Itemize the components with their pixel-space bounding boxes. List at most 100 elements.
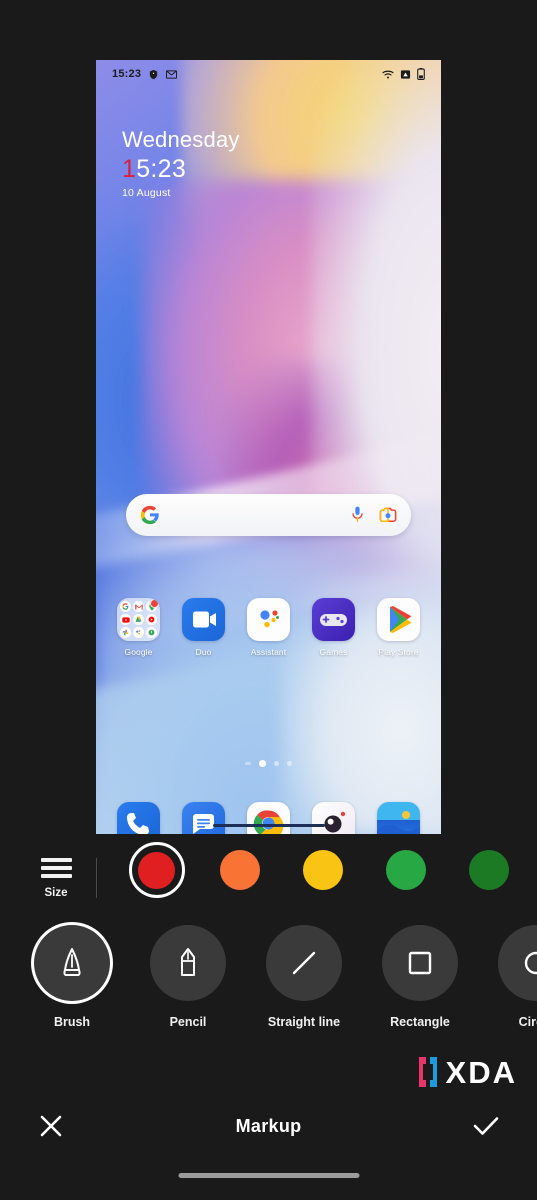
page-dot-active[interactable] bbox=[259, 760, 266, 767]
google-g-icon bbox=[140, 505, 159, 525]
folder-app-youtube bbox=[120, 614, 131, 625]
tool-straight-line-circle[interactable] bbox=[266, 925, 342, 1001]
folder-app-search bbox=[120, 601, 131, 612]
size-label: Size bbox=[44, 886, 68, 899]
battery-icon bbox=[417, 68, 425, 80]
clock-widget[interactable]: Wednesday 15:23 10 August bbox=[122, 127, 240, 200]
color-swatch-green[interactable] bbox=[378, 842, 434, 898]
google-lens-icon[interactable] bbox=[379, 507, 397, 523]
tool-rectangle-circle[interactable] bbox=[382, 925, 458, 1001]
xda-watermark: XDA bbox=[417, 1055, 517, 1089]
color-dot bbox=[138, 851, 176, 889]
color-dot bbox=[302, 850, 343, 890]
clock-day-label: Wednesday bbox=[122, 127, 240, 152]
pencil-icon bbox=[181, 948, 195, 976]
dock-item-camera[interactable] bbox=[306, 802, 362, 834]
bottom-action-bar: Markup bbox=[0, 1095, 537, 1157]
preview-gesture-pill bbox=[212, 823, 325, 827]
google-play-store-icon[interactable] bbox=[377, 598, 420, 641]
color-swatch-dark-green[interactable] bbox=[461, 842, 517, 898]
google-duo-icon[interactable] bbox=[182, 598, 225, 641]
tool-circle[interactable]: Circle bbox=[478, 925, 537, 1029]
google-search-bar[interactable] bbox=[126, 494, 411, 536]
app-label: Duo bbox=[195, 647, 212, 657]
xda-logo-text: XDA bbox=[445, 1054, 517, 1090]
cancel-button[interactable] bbox=[34, 1109, 68, 1143]
tool-rectangle[interactable]: Rectangle bbox=[362, 925, 478, 1029]
folder-app-drive bbox=[133, 614, 144, 625]
folder-app-gmail bbox=[133, 601, 144, 612]
dock-item-chrome[interactable] bbox=[241, 802, 297, 834]
color-swatch-orange[interactable] bbox=[212, 842, 268, 898]
tool-pencil[interactable]: Pencil bbox=[130, 925, 246, 1029]
circle-icon bbox=[524, 951, 537, 975]
phone-icon[interactable] bbox=[117, 802, 160, 834]
color-dot bbox=[469, 850, 510, 890]
clock-date-label: 10 August bbox=[122, 187, 171, 200]
tool-circle-circle[interactable] bbox=[498, 925, 537, 1001]
page-dot[interactable] bbox=[274, 761, 279, 766]
app-label: Assistant bbox=[250, 647, 287, 657]
app-item-games[interactable]: Games bbox=[306, 598, 362, 657]
color-toolbar: Size bbox=[0, 836, 537, 920]
clock-time-accent-digit: 1 bbox=[122, 154, 137, 183]
status-bar-left: 15:23 bbox=[112, 68, 178, 80]
rectangle-icon bbox=[408, 951, 432, 975]
status-bar: 15:23 bbox=[96, 60, 441, 88]
mail-icon bbox=[166, 69, 178, 79]
app-item-play-store[interactable]: Play Store bbox=[371, 598, 427, 657]
app-item-assistant[interactable]: Assistant bbox=[241, 598, 297, 657]
tool-pencil-circle[interactable] bbox=[150, 925, 226, 1001]
brush-icon bbox=[63, 948, 81, 976]
notification-badge bbox=[150, 599, 159, 608]
clock-time-rest: 5:23 bbox=[136, 154, 187, 183]
page-dot[interactable] bbox=[287, 761, 292, 766]
google-play-games-icon[interactable] bbox=[312, 598, 355, 641]
color-swatch-yellow[interactable] bbox=[295, 842, 351, 898]
status-bar-right bbox=[382, 68, 425, 80]
system-gesture-pill[interactable] bbox=[178, 1173, 359, 1178]
color-swatch-red[interactable] bbox=[128, 842, 185, 898]
chrome-icon[interactable] bbox=[247, 802, 290, 834]
tool-label: Straight line bbox=[267, 1015, 341, 1029]
dock-item-gallery[interactable] bbox=[371, 802, 427, 834]
folder-app-assistant bbox=[133, 627, 144, 638]
size-button[interactable]: Size bbox=[24, 857, 88, 899]
confirm-button[interactable] bbox=[469, 1109, 503, 1143]
check-icon bbox=[473, 1117, 499, 1135]
cellular-signal-icon bbox=[400, 69, 411, 79]
dock-item-messages[interactable] bbox=[176, 802, 232, 834]
messages-icon[interactable] bbox=[182, 802, 225, 834]
tool-label: Brush bbox=[53, 1015, 91, 1029]
folder-app-photos bbox=[120, 627, 131, 638]
folder-app-podcasts bbox=[146, 627, 157, 638]
app-item-google-folder[interactable]: Google bbox=[111, 598, 167, 657]
gallery-icon[interactable] bbox=[377, 802, 420, 834]
dock bbox=[96, 802, 441, 834]
camera-icon[interactable] bbox=[312, 802, 355, 834]
wifi-icon bbox=[382, 70, 394, 78]
screenshot-preview[interactable]: 15:23 Wednesday 15:23 10 August Google D… bbox=[96, 60, 441, 834]
tool-brush-circle[interactable] bbox=[34, 925, 110, 1001]
status-bar-clock: 15:23 bbox=[112, 68, 142, 80]
app-label: Google bbox=[124, 647, 153, 657]
page-dot[interactable] bbox=[245, 762, 251, 765]
app-item-duo[interactable]: Duo bbox=[176, 598, 232, 657]
markup-editor-screen: 15:23 Wednesday 15:23 10 August Google D… bbox=[0, 0, 537, 1200]
tool-label: Circle bbox=[518, 1015, 537, 1029]
color-swatch-list bbox=[109, 842, 537, 914]
color-dot bbox=[386, 850, 427, 890]
page-title: Markup bbox=[235, 1115, 302, 1136]
dock-item-phone[interactable] bbox=[111, 802, 167, 834]
tool-straight-line[interactable]: Straight line bbox=[246, 925, 362, 1029]
folder-app-youtube-music bbox=[146, 614, 157, 625]
page-indicator[interactable] bbox=[96, 760, 441, 767]
shield-icon bbox=[149, 69, 158, 79]
color-dot bbox=[219, 850, 260, 890]
google-folder-icon[interactable] bbox=[117, 598, 160, 641]
microphone-icon[interactable] bbox=[350, 506, 365, 524]
tool-brush[interactable]: Brush bbox=[14, 925, 130, 1029]
xda-bracket-icon bbox=[417, 1055, 441, 1089]
google-assistant-icon[interactable] bbox=[247, 598, 290, 641]
app-grid: Google Duo Assistant Games Play Store bbox=[96, 598, 441, 657]
